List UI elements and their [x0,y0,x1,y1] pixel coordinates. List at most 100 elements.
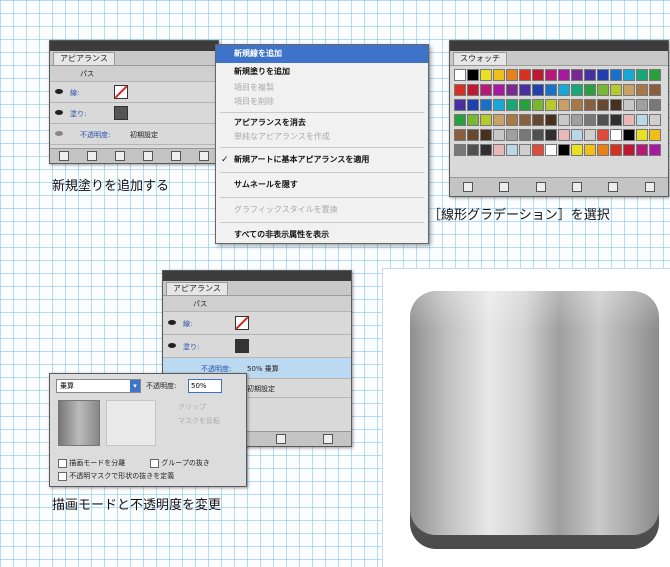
swatch[interactable] [532,84,544,96]
tab-swatches[interactable]: スウォッチ [453,52,507,65]
effect-icon[interactable] [115,151,125,161]
swatch[interactable] [454,84,466,96]
swatch-library-icon[interactable] [463,182,474,192]
swatch[interactable] [480,69,492,81]
swatch[interactable] [493,144,505,156]
stroke-row[interactable]: 線: [163,312,351,335]
swatch[interactable] [610,114,622,126]
stroke-row[interactable]: 線: [50,82,218,103]
swatch[interactable] [532,129,544,141]
swatch[interactable] [545,69,557,81]
swatch[interactable] [545,99,557,111]
new-stroke-icon[interactable] [59,151,69,161]
swatch[interactable] [493,129,505,141]
swatch[interactable] [610,69,622,81]
new-swatch-icon[interactable] [608,182,619,192]
swatch[interactable] [545,144,557,156]
swatch[interactable] [571,69,583,81]
swatch[interactable] [571,114,583,126]
stroke-swatch[interactable] [235,316,249,330]
swatch[interactable] [571,144,583,156]
menu-item-remove[interactable]: 項目を削除 [216,95,428,109]
panel-titlebar[interactable] [450,41,668,51]
clear-icon[interactable] [143,151,153,161]
swatch-options-icon[interactable] [535,182,546,192]
swatch[interactable] [597,69,609,81]
swatch[interactable] [493,84,505,96]
visibility-eye-icon[interactable] [55,110,63,115]
object-row[interactable]: パス [163,296,351,312]
panel-titlebar[interactable] [50,41,218,51]
swatch[interactable] [532,69,544,81]
swatch[interactable] [636,84,648,96]
swatch[interactable] [467,114,479,126]
swatch[interactable] [506,84,518,96]
visibility-eye-icon[interactable] [168,320,176,325]
swatch[interactable] [454,69,466,81]
swatch[interactable] [584,114,596,126]
swatch[interactable] [506,69,518,81]
menu-item-new-art-basic[interactable]: ✓ 新規アートに基本アピアランスを適用 [216,151,428,169]
new-fill-icon[interactable] [87,151,97,161]
visibility-eye-icon[interactable] [55,89,63,94]
visibility-eye-icon[interactable] [55,131,63,136]
swatch[interactable] [610,129,622,141]
swatch[interactable] [506,129,518,141]
swatch[interactable] [519,84,531,96]
swatch[interactable] [571,99,583,111]
trash-icon[interactable] [322,434,333,444]
swatch[interactable] [454,114,466,126]
swatch[interactable] [584,144,596,156]
clip-checkbox[interactable]: クリップ [178,402,206,412]
swatch[interactable] [649,114,661,126]
menu-item-add-fill[interactable]: 新規塗りを追加 [216,63,428,81]
trash-icon[interactable] [199,151,209,161]
swatch[interactable] [597,144,609,156]
fill-swatch[interactable] [235,339,249,353]
visibility-eye-icon[interactable] [168,343,176,348]
swatch[interactable] [597,114,609,126]
swatch[interactable] [649,144,661,156]
swatch[interactable] [584,99,596,111]
swatch[interactable] [623,69,635,81]
swatch[interactable] [506,114,518,126]
swatch[interactable] [493,99,505,111]
fill-row[interactable]: 塗り: [163,335,351,358]
swatch[interactable] [558,69,570,81]
swatch[interactable] [558,144,570,156]
swatch[interactable] [519,144,531,156]
swatch[interactable] [636,114,648,126]
swatch[interactable] [623,99,635,111]
swatch[interactable] [519,99,531,111]
swatch[interactable] [558,114,570,126]
swatch[interactable] [532,114,544,126]
swatch[interactable] [467,144,479,156]
trash-icon[interactable] [644,182,655,192]
tab-appearance[interactable]: アピアランス [166,282,228,295]
swatch[interactable] [636,99,648,111]
swatch[interactable] [480,114,492,126]
swatch[interactable] [649,99,661,111]
swatch[interactable] [558,84,570,96]
swatch[interactable] [519,69,531,81]
menu-item-show-all-hidden[interactable]: すべての非表示属性を表示 [216,226,428,244]
swatch[interactable] [545,84,557,96]
swatch[interactable] [493,69,505,81]
swatch[interactable] [623,114,635,126]
swatch[interactable] [558,129,570,141]
swatch[interactable] [480,99,492,111]
menu-item-reduce-basic[interactable]: 単純なアピアランスを作成 [216,130,428,144]
swatch[interactable] [532,99,544,111]
swatch[interactable] [610,84,622,96]
swatch[interactable] [519,114,531,126]
swatch[interactable] [467,99,479,111]
swatch[interactable] [480,129,492,141]
swatch[interactable] [584,69,596,81]
swatch[interactable] [545,114,557,126]
swatch[interactable] [636,129,648,141]
swatch[interactable] [610,99,622,111]
opacity-row[interactable]: 不透明度: 初期設定 [50,124,218,145]
swatch[interactable] [558,99,570,111]
knockout-group-checkbox[interactable]: グループの抜き [150,458,210,468]
menu-item-add-stroke[interactable]: 新規線を追加 [216,45,428,63]
